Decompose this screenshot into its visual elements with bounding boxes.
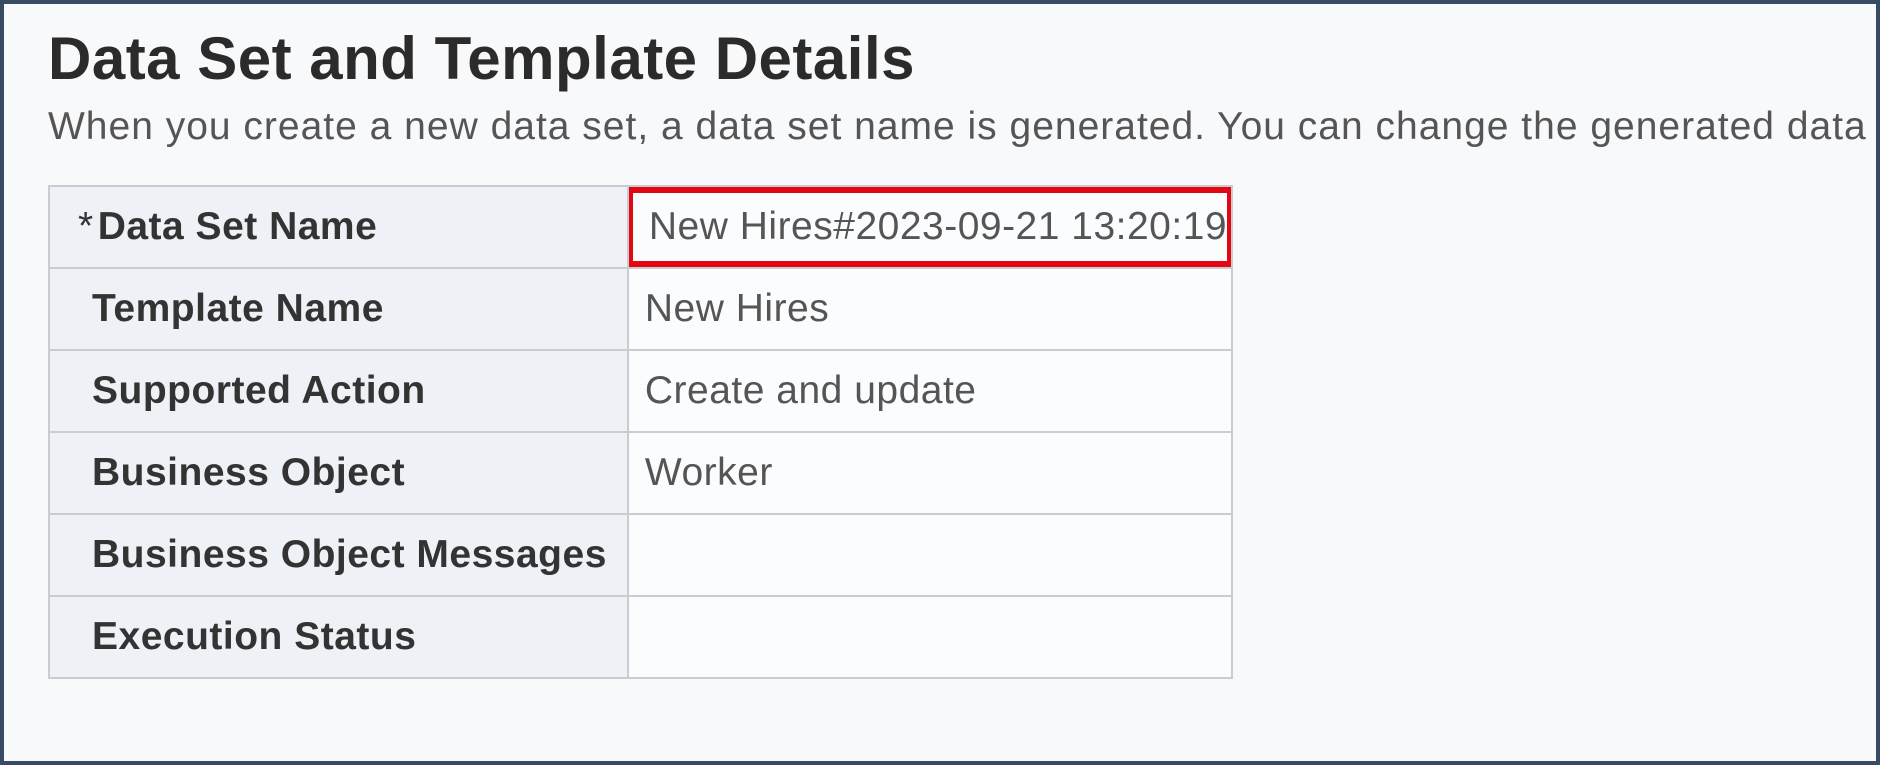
label-execution-status: Execution Status	[49, 596, 628, 678]
row-template-name: Template Name New Hires	[49, 268, 1232, 350]
row-supported-action: Supported Action Create and update	[49, 350, 1232, 432]
label-text-data-set-name: Data Set Name	[98, 205, 378, 248]
value-business-object: Worker	[628, 432, 1232, 514]
label-data-set-name: *Data Set Name	[49, 186, 628, 268]
label-text-supported-action: Supported Action	[78, 369, 426, 413]
label-text-business-object-messages: Business Object Messages	[78, 533, 607, 577]
label-supported-action: Supported Action	[49, 350, 628, 432]
row-business-object: Business Object Worker	[49, 432, 1232, 514]
highlight-box: New Hires#2023-09-21 13:20:19	[627, 187, 1233, 267]
value-execution-status	[628, 596, 1232, 678]
label-template-name: Template Name	[49, 268, 628, 350]
value-data-set-name: New Hires#2023-09-21 13:20:19	[649, 205, 1227, 249]
details-panel: Data Set and Template Details When you c…	[0, 0, 1880, 765]
label-business-object: Business Object	[49, 432, 628, 514]
label-business-object-messages: Business Object Messages	[49, 514, 628, 596]
details-table: *Data Set Name New Hires#2023-09-21 13:2…	[48, 185, 1233, 679]
required-marker: *	[78, 205, 98, 248]
row-data-set-name: *Data Set Name New Hires#2023-09-21 13:2…	[49, 186, 1232, 268]
value-business-object-messages	[628, 514, 1232, 596]
value-cell-data-set-name[interactable]: New Hires#2023-09-21 13:20:19	[628, 186, 1232, 268]
value-supported-action: Create and update	[628, 350, 1232, 432]
value-template-name: New Hires	[628, 268, 1232, 350]
label-text-business-object: Business Object	[78, 451, 405, 495]
section-title: Data Set and Template Details	[48, 24, 1876, 93]
section-description: When you create a new data set, a data s…	[48, 105, 1876, 149]
label-text-template-name: Template Name	[78, 287, 384, 331]
row-business-object-messages: Business Object Messages	[49, 514, 1232, 596]
row-execution-status: Execution Status	[49, 596, 1232, 678]
label-text-execution-status: Execution Status	[78, 615, 416, 659]
